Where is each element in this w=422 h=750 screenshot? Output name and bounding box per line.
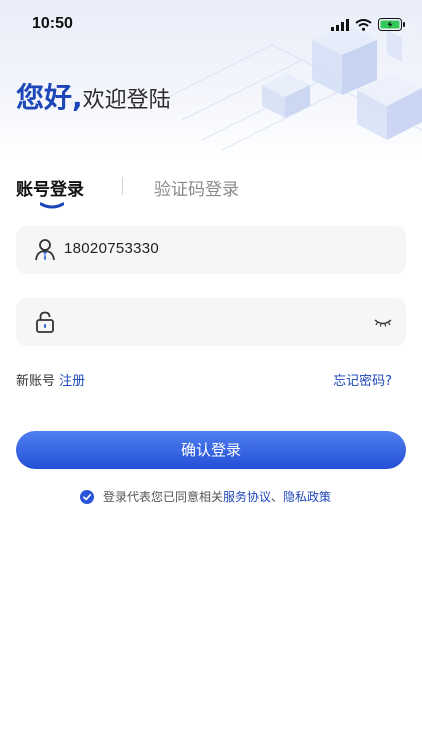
privacy-policy-link[interactable]: 隐私政策 xyxy=(283,488,331,505)
checkbox-icon[interactable] xyxy=(80,489,94,504)
login-tabs: 账号登录 验证码登录 xyxy=(16,175,406,209)
login-screen: 10:50 您好, 欢迎登陆 账号登录 验证码登录 18020753330 新账… xyxy=(0,0,422,750)
lock-icon xyxy=(32,309,58,335)
auth-links-row: 新账号 注册 忘记密码? xyxy=(16,370,406,390)
tab-sms-login[interactable]: 验证码登录 xyxy=(154,175,239,200)
agreement-row: 登录代表您已同意相关 服务协议 、 隐私政策 xyxy=(80,488,331,505)
service-agreement-link[interactable]: 服务协议 xyxy=(223,488,271,505)
status-bar: 10:50 xyxy=(0,0,422,48)
greeting: 您好, 欢迎登陆 xyxy=(16,76,171,116)
forgot-password-link[interactable]: 忘记密码? xyxy=(333,370,392,389)
phone-input[interactable]: 18020753330 xyxy=(64,240,159,257)
wifi-icon xyxy=(355,16,372,35)
status-icons xyxy=(331,16,406,35)
new-account-text: 新账号 注册 xyxy=(16,370,85,389)
tab-divider xyxy=(122,177,123,195)
agreement-separator: 、 xyxy=(271,490,284,504)
tab-account-login[interactable]: 账号登录 xyxy=(16,175,84,200)
user-icon xyxy=(32,237,58,263)
password-field[interactable] xyxy=(16,298,406,346)
eye-closed-icon[interactable] xyxy=(374,313,392,331)
signal-icon xyxy=(331,16,349,35)
phone-field[interactable]: 18020753330 xyxy=(16,226,406,274)
greeting-subtitle: 欢迎登陆 xyxy=(82,88,171,113)
status-time: 10:50 xyxy=(32,15,73,32)
new-account-label: 新账号 xyxy=(16,374,56,389)
greeting-title: 您好, xyxy=(16,81,83,114)
confirm-login-button[interactable]: 确认登录 xyxy=(16,431,406,469)
active-tab-indicator xyxy=(40,202,64,209)
register-link[interactable]: 注册 xyxy=(59,374,85,389)
agreement-prefix: 登录代表您已同意相关 xyxy=(103,490,224,504)
battery-icon xyxy=(378,16,406,35)
